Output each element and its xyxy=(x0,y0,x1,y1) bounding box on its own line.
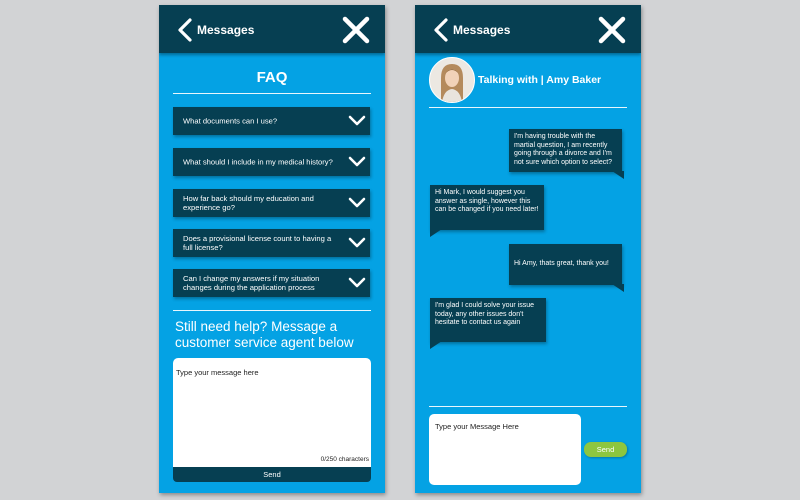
chat-message-agent: I'm glad I could solve your issue today,… xyxy=(430,298,546,349)
chat-heading-divider xyxy=(429,107,627,108)
chevron-down-icon xyxy=(348,115,366,126)
chat-screen: Messages Talking with | Amy Baker I'm ha… xyxy=(415,5,641,493)
faq-screen: Messages FAQ What documents can I use? W… xyxy=(159,5,385,493)
chat-input-box xyxy=(429,414,581,485)
chevron-down-icon xyxy=(348,237,366,248)
faq-item-medical-history[interactable]: What should I include in my medical hist… xyxy=(173,148,370,176)
faq-message-input[interactable] xyxy=(173,358,371,467)
close-icon xyxy=(598,16,626,44)
chat-heading: Talking with | Amy Baker xyxy=(478,74,602,86)
faq-back-label: Messages xyxy=(197,23,255,37)
chat-message-input[interactable] xyxy=(429,414,581,485)
chat-back-label: Messages xyxy=(453,23,511,37)
chat-back-button[interactable]: Messages xyxy=(433,18,510,42)
chat-send-button[interactable]: Send xyxy=(584,442,627,457)
faq-message-box: 0/250 characters xyxy=(173,358,371,467)
faq-help-divider xyxy=(173,310,371,311)
chat-message-user: Hi Amy, thats great, thank you! xyxy=(509,244,624,292)
faq-top-bar: Messages xyxy=(159,5,385,53)
chat-message-agent: Hi Mark, I would suggest you answer as s… xyxy=(430,185,544,237)
chat-close-button[interactable] xyxy=(597,15,627,45)
faq-question: How far back should my education and exp… xyxy=(183,194,314,212)
faq-close-button[interactable] xyxy=(341,15,371,45)
bubble-tail xyxy=(612,171,624,179)
faq-item-documents[interactable]: What documents can I use? xyxy=(173,107,370,135)
chevron-left-icon xyxy=(178,18,192,42)
faq-question: What documents can I use? xyxy=(183,116,278,126)
chat-top-bar: Messages xyxy=(415,5,641,53)
faq-item-education[interactable]: How far back should my education and exp… xyxy=(173,189,370,217)
agent-avatar xyxy=(429,57,475,103)
chat-message-user: I'm having trouble with the martial ques… xyxy=(509,129,624,179)
chat-message-text: Hi Amy, thats great, thank you! xyxy=(514,260,609,268)
close-icon xyxy=(342,16,370,44)
faq-question: Does a provisional license count to havi… xyxy=(183,234,332,252)
chat-input-divider xyxy=(429,406,627,407)
faq-item-change-answers[interactable]: Can I change my answers if my situation … xyxy=(173,269,370,297)
faq-title: FAQ xyxy=(256,69,288,86)
chevron-left-icon xyxy=(434,18,448,42)
help-text: Still need help? Message a customer serv… xyxy=(175,319,354,350)
faq-send-button[interactable]: Send xyxy=(173,467,371,482)
agent-avatar-portrait xyxy=(430,58,474,102)
chevron-down-icon xyxy=(348,197,366,208)
bubble-tail xyxy=(612,284,624,292)
faq-question: What should I include in my medical hist… xyxy=(183,157,333,167)
char-count: 0/250 characters xyxy=(320,456,369,463)
faq-question: Can I change my answers if my situation … xyxy=(183,274,320,292)
chevron-down-icon xyxy=(348,277,366,288)
faq-title-divider xyxy=(173,93,371,94)
chevron-down-icon xyxy=(348,156,366,167)
chat-message-text: I'm glad I could solve your issue today,… xyxy=(435,302,534,326)
chat-message-text: Hi Mark, I would suggest you answer as s… xyxy=(435,189,539,213)
faq-back-button[interactable]: Messages xyxy=(177,18,254,42)
chat-message-text: I'm having trouble with the martial ques… xyxy=(514,133,613,166)
bubble-tail xyxy=(430,229,442,237)
bubble-tail xyxy=(430,341,442,349)
faq-item-provisional-license[interactable]: Does a provisional license count to havi… xyxy=(173,229,370,257)
